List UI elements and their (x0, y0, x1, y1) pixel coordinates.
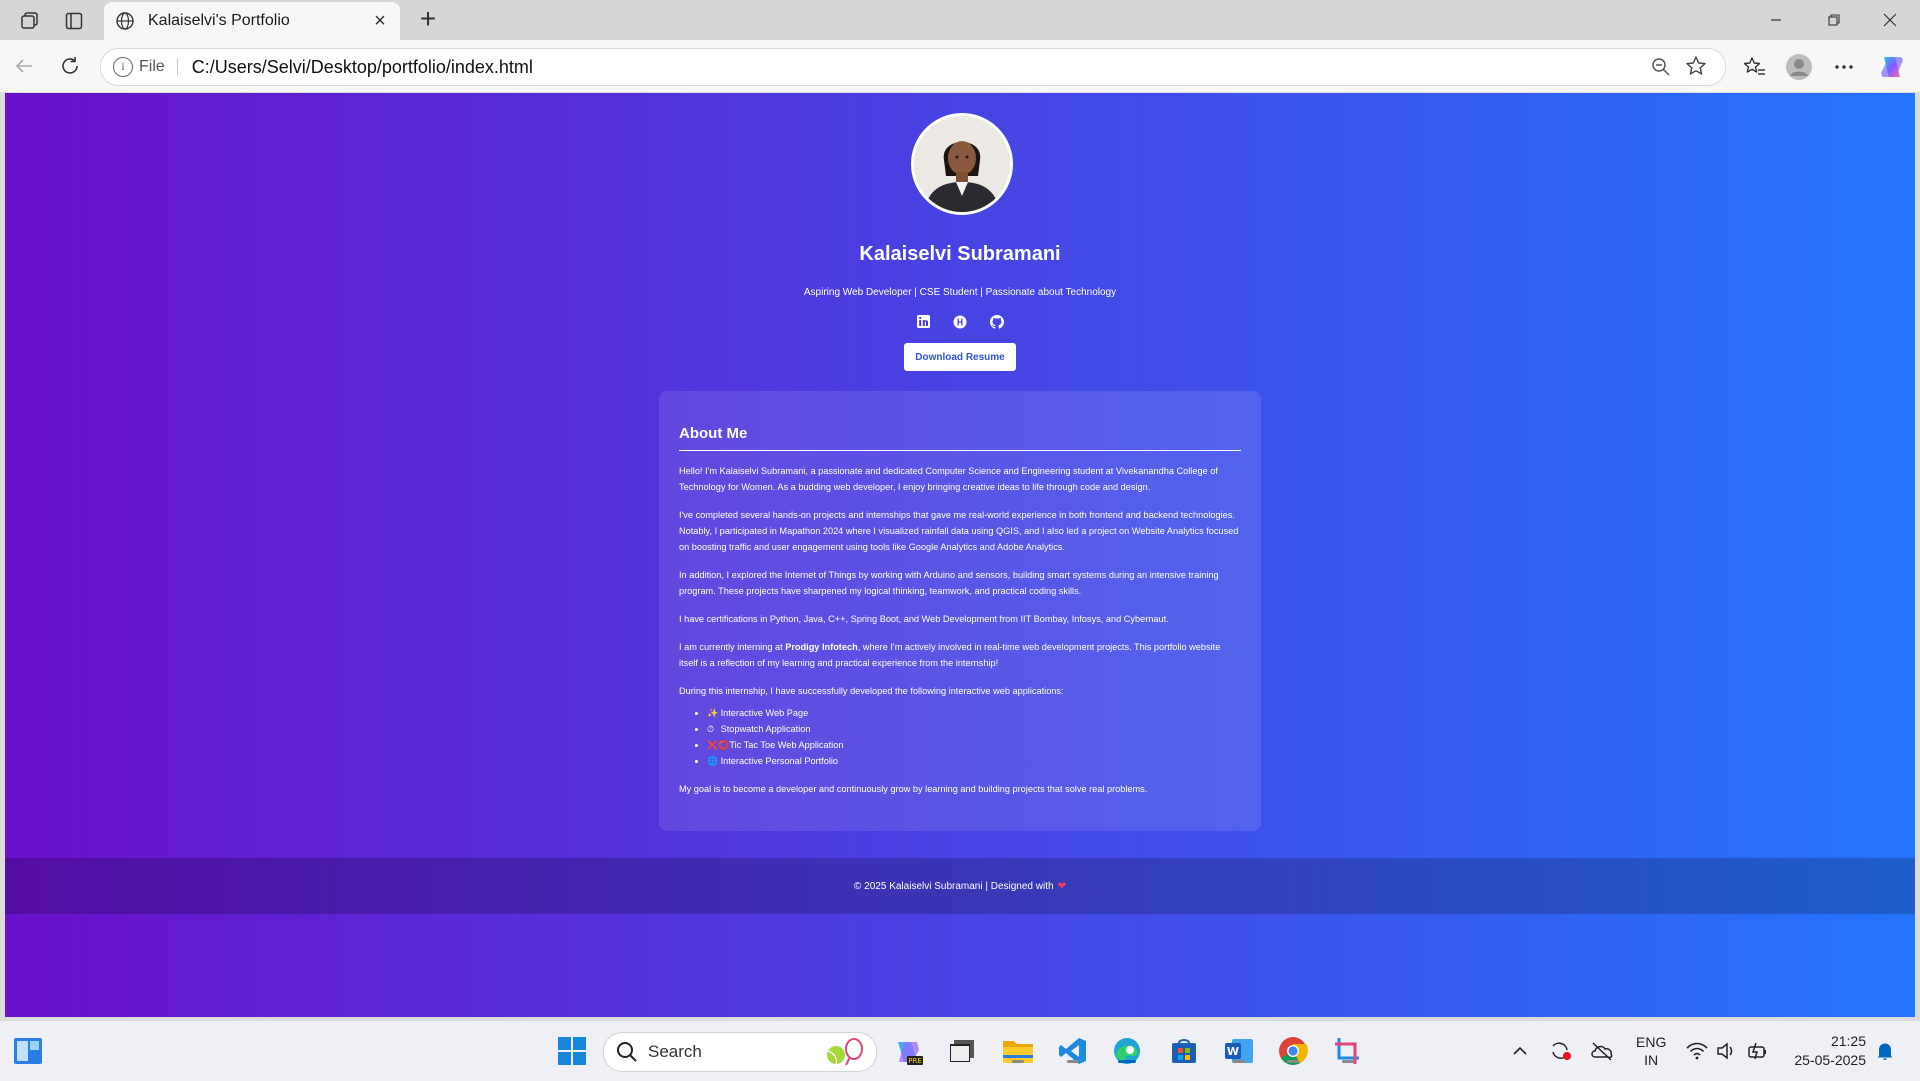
snipping-tool-icon[interactable] (1332, 1035, 1364, 1067)
sparkles-icon: ✨ (707, 708, 719, 718)
social-links (5, 313, 1915, 330)
search-label: Search (648, 1042, 702, 1061)
company-name: Prodigy Infotech (785, 642, 858, 652)
project-label: Stopwatch Application (720, 724, 811, 734)
terminal-icon[interactable] (946, 1035, 978, 1067)
file-scheme-label: File (139, 58, 178, 76)
new-tab-button[interactable]: + (414, 5, 442, 34)
taskbar-search[interactable]: Search (603, 1032, 877, 1072)
minimize-icon[interactable] (1756, 6, 1796, 34)
address-bar-row: i File C:/Users/Selvi/Desktop/portfolio/… (0, 40, 1920, 92)
running-indicator (1287, 1060, 1299, 1063)
start-windows-icon[interactable] (556, 1035, 588, 1067)
favorite-star-icon[interactable] (1685, 55, 1707, 77)
store-icon[interactable] (1168, 1035, 1200, 1067)
project-label: Tic Tac Toe Web Application (729, 740, 844, 750)
widgets-icon[interactable] (12, 1035, 44, 1067)
about-heading: About Me (679, 425, 1241, 451)
copilot-preview-icon[interactable]: PRE (892, 1035, 924, 1067)
running-indicator (1012, 1060, 1024, 1063)
project-label: Interactive Web Page (720, 708, 809, 718)
project-list: ✨ Interactive Web Page ⏱ Stopwatch Appli… (679, 705, 1241, 769)
about-paragraph-5: I am currently interning at Prodigy Info… (679, 639, 1241, 671)
vertical-tabs-icon[interactable] (63, 10, 85, 32)
svg-text:W: W (1227, 1045, 1239, 1058)
address-bar[interactable]: i File C:/Users/Selvi/Desktop/portfolio/… (100, 48, 1726, 86)
list-item: ✨ Interactive Web Page (707, 705, 1241, 721)
about-paragraph-4: I have certifications in Python, Java, C… (679, 614, 1169, 624)
globe-icon: 🌐 (707, 756, 719, 766)
page-footer: © 2025 Kalaiselvi Subramani | Designed w… (5, 858, 1915, 914)
tennis-icon (820, 1037, 866, 1072)
globe-icon (114, 10, 136, 32)
browser-tab-active[interactable]: Kalaiselvi's Portfolio × (104, 2, 400, 40)
taskbar: Search PRE W ENG IN 21:25 25-05-2025 (0, 1020, 1920, 1081)
url-text[interactable]: C:/Users/Selvi/Desktop/portfolio/index.h… (192, 57, 533, 78)
language-code: ENG (1636, 1034, 1667, 1050)
clock-time: 21:25 (1830, 1033, 1866, 1049)
workspaces-icon[interactable] (19, 10, 41, 32)
more-options-icon[interactable] (1829, 52, 1859, 82)
running-indicator (1233, 1060, 1245, 1063)
edge-icon[interactable] (1111, 1035, 1143, 1067)
wifi-icon[interactable] (1686, 1021, 1708, 1081)
volume-icon[interactable] (1716, 1021, 1738, 1081)
active-indicator (1118, 1060, 1136, 1063)
about-paragraph-1: Hello! I'm Kalaiselvi Subramani, a passi… (679, 466, 1218, 492)
about-card: About Me Hello! I'm Kalaiselvi Subramani… (659, 391, 1261, 831)
svg-text:PRE: PRE (908, 1057, 922, 1065)
clock-date: 25-05-2025 (1794, 1052, 1866, 1068)
about-paragraph-6: During this internship, I have successfu… (679, 686, 1064, 696)
footer-text: © 2025 Kalaiselvi Subramani | Designed w… (854, 880, 1054, 892)
project-label: Interactive Personal Portfolio (720, 756, 839, 766)
heart-icon: ❤ (1057, 880, 1066, 892)
chrome-icon[interactable] (1277, 1035, 1309, 1067)
download-resume-button[interactable]: Download Resume (904, 343, 1016, 371)
stopwatch-icon: ⏱ (707, 724, 715, 734)
back-arrow-icon[interactable] (10, 52, 38, 80)
running-indicator (1342, 1060, 1354, 1063)
list-item: 🌐 Interactive Personal Portfolio (707, 753, 1241, 769)
region-code: IN (1644, 1052, 1659, 1068)
tic-tac-toe-icon: ❌⭕ (707, 740, 730, 750)
battery-charging-icon[interactable] (1746, 1021, 1768, 1081)
about-paragraph-2: I've completed several hands-on projects… (679, 510, 1239, 552)
browser-tab-bar: Kalaiselvi's Portfolio × + (0, 0, 1920, 40)
tagline: Aspiring Web Developer | CSE Student | P… (803, 287, 1117, 298)
about-paragraph-3: In addition, I explored the Internet of … (679, 570, 1219, 596)
running-indicator (1067, 1060, 1079, 1063)
linkedin-icon[interactable] (915, 313, 932, 330)
word-icon[interactable]: W (1223, 1035, 1255, 1067)
tab-title: Kalaiselvi's Portfolio (148, 12, 290, 29)
notification-bell-icon[interactable] (1876, 1021, 1894, 1081)
list-item: ❌⭕ Tic Tac Toe Web Application (707, 737, 1241, 753)
sync-icon[interactable] (1548, 1021, 1572, 1081)
profile-photo (911, 113, 1013, 215)
github-icon[interactable] (989, 313, 1006, 330)
reload-icon[interactable] (56, 52, 84, 80)
close-tab-icon[interactable]: × (368, 9, 392, 33)
restore-icon[interactable] (1814, 6, 1854, 34)
internship-text-before: I am currently interning at (679, 642, 786, 652)
onedrive-offline-icon[interactable] (1590, 1021, 1614, 1081)
search-icon (616, 1041, 638, 1063)
favorites-icon[interactable] (1740, 52, 1770, 82)
page-viewport: Kalaiselvi Subramani Aspiring Web Develo… (5, 93, 1915, 1017)
clock[interactable]: 21:25 25-05-2025 (1786, 1021, 1866, 1081)
hackerrank-icon[interactable] (952, 313, 969, 330)
language-indicator[interactable]: ENG IN (1636, 1021, 1666, 1081)
page-title: Kalaiselvi Subramani (859, 243, 1061, 265)
vscode-icon[interactable] (1057, 1035, 1089, 1067)
about-paragraph-7: My goal is to become a developer and con… (679, 784, 1148, 794)
copilot-icon[interactable] (1877, 52, 1907, 82)
list-item: ⏱ Stopwatch Application (707, 721, 1241, 737)
close-window-icon[interactable] (1870, 6, 1910, 34)
show-hidden-icons-chevron[interactable] (1512, 1021, 1528, 1081)
profile-avatar-icon[interactable] (1784, 52, 1814, 82)
zoom-out-icon[interactable] (1651, 57, 1671, 77)
info-icon[interactable]: i (113, 57, 133, 77)
file-explorer-icon[interactable] (1002, 1035, 1034, 1067)
